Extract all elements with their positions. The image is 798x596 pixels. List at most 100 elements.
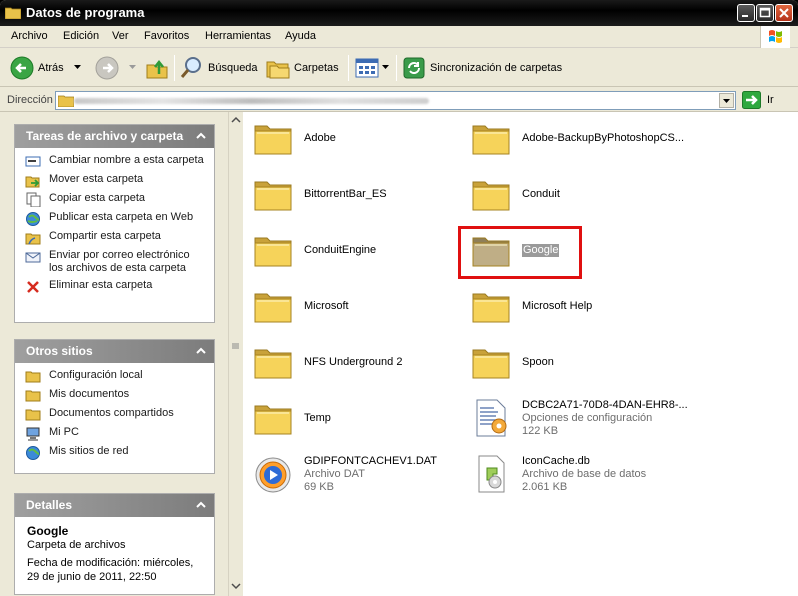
- place-my-computer[interactable]: Mi PC: [25, 426, 206, 441]
- details-header[interactable]: Detalles: [15, 494, 214, 517]
- collapse-icon[interactable]: [196, 131, 206, 141]
- folder-item[interactable]: NFS Underground 2: [251, 340, 402, 384]
- chevron-down-icon: [723, 99, 730, 103]
- menu-favoritos[interactable]: Favoritos: [144, 30, 189, 42]
- task-rename-folder[interactable]: Cambiar nombre a esta carpeta: [25, 154, 206, 169]
- scroll-down-icon[interactable]: [231, 582, 241, 590]
- folder-icon: [472, 125, 510, 155]
- folder-item[interactable]: Adobe-BackupByPhotoshopCS...: [469, 116, 684, 160]
- share-folder-icon: [25, 233, 41, 245]
- folder-item[interactable]: ConduitEngine: [251, 228, 376, 272]
- chevron-down-icon[interactable]: [129, 65, 137, 71]
- search-button[interactable]: Búsqueda: [180, 54, 258, 82]
- task-publish-web[interactable]: Publicar esta carpeta en Web: [25, 211, 206, 226]
- menu-archivo[interactable]: Archivo: [11, 30, 48, 42]
- collapse-icon[interactable]: [196, 500, 206, 510]
- task-copy-folder[interactable]: Copiar esta carpeta: [25, 192, 206, 207]
- database-file-icon: [478, 455, 505, 493]
- collapse-icon[interactable]: [196, 346, 206, 356]
- details-modified-line2: 29 de junio de 2011, 22:50: [27, 571, 157, 583]
- go-arrow-icon: [742, 91, 761, 109]
- sync-folders-button[interactable]: Sincronización de carpetas: [402, 54, 562, 82]
- folder-item[interactable]: BittorrentBar_ES: [251, 172, 387, 216]
- folder-item[interactable]: Microsoft Help: [469, 284, 592, 328]
- folder-icon: [254, 293, 292, 323]
- place-my-network[interactable]: Mis sitios de red: [25, 445, 206, 460]
- details-modified-line1: Fecha de modificación: miércoles,: [27, 557, 194, 569]
- other-places-panel: Otros sitios Configuración local Mis doc…: [14, 339, 215, 474]
- windows-logo-icon: [760, 26, 790, 48]
- folder-item[interactable]: Adobe: [251, 116, 336, 160]
- title-bar[interactable]: Datos de programa: [0, 0, 798, 26]
- details-title: Detalles: [26, 498, 73, 512]
- file-item[interactable]: IconCache.db Archivo de base de datos 2.06…: [469, 452, 646, 496]
- chevron-down-icon[interactable]: [382, 65, 390, 71]
- search-icon: [180, 57, 201, 78]
- folder-icon: [254, 181, 292, 211]
- menu-herramientas[interactable]: Herramientas: [205, 30, 271, 42]
- tasks-panel: Tareas de archivo y carpeta Cambiar nomb…: [14, 124, 215, 323]
- forward-button[interactable]: [95, 54, 137, 82]
- copy-icon: [26, 192, 41, 207]
- chevron-down-icon[interactable]: [73, 65, 82, 71]
- place-label: Mis sitios de red: [49, 445, 129, 457]
- file-list-view[interactable]: Adobe Adobe-BackupByPhotoshopCS... Bitto…: [243, 112, 798, 596]
- file-item[interactable]: GDIPFONTCACHEV1.DAT Archivo DAT 69 KB: [251, 452, 437, 496]
- up-folder-button[interactable]: [145, 54, 169, 82]
- file-size: 122 KB: [522, 424, 559, 437]
- go-label: Ir: [767, 94, 774, 106]
- explorer-window: Datos de programa Archivo Edición Ver Fa…: [0, 0, 798, 596]
- place-local-settings[interactable]: Configuración local: [25, 369, 206, 384]
- scroll-up-icon[interactable]: [231, 116, 241, 124]
- back-button[interactable]: Atrás: [10, 54, 82, 82]
- file-item[interactable]: DCBC2A71-70D8-4DAN-EHR8-... Opciones de c…: [469, 396, 688, 440]
- folders-button[interactable]: Carpetas: [266, 54, 339, 82]
- address-path-blurred: [74, 98, 429, 104]
- folder-item[interactable]: Spoon: [469, 340, 554, 384]
- file-name: IconCache.db: [522, 454, 590, 467]
- menu-edicion[interactable]: Edición: [63, 30, 99, 42]
- task-email-files[interactable]: Enviar por correo electrónico los archiv…: [25, 249, 206, 275]
- other-places-header[interactable]: Otros sitios: [15, 340, 214, 363]
- menu-ver[interactable]: Ver: [112, 30, 129, 42]
- place-my-documents[interactable]: Mis documentos: [25, 388, 206, 403]
- file-type: Opciones de configuración: [522, 411, 653, 424]
- task-label: Publicar esta carpeta en Web: [49, 211, 194, 223]
- views-icon: [355, 58, 379, 78]
- views-button[interactable]: [355, 54, 390, 82]
- file-type: Archivo DAT: [304, 467, 365, 480]
- place-shared-documents[interactable]: Documentos compartidos: [25, 407, 206, 422]
- place-label: Mi PC: [49, 426, 79, 438]
- forward-arrow-icon: [95, 56, 119, 80]
- folder-icon: [25, 409, 41, 421]
- go-button[interactable]: Ir: [742, 91, 774, 109]
- task-pane-scrollbar[interactable]: [228, 112, 242, 596]
- place-label: Mis documentos: [49, 388, 130, 400]
- minimize-button[interactable]: [737, 4, 755, 22]
- address-label: Dirección: [7, 94, 53, 106]
- other-places-title: Otros sitios: [26, 344, 93, 358]
- task-move-folder[interactable]: Mover esta carpeta: [25, 173, 206, 188]
- folder-icon: [254, 349, 292, 379]
- address-dropdown-button[interactable]: [719, 93, 734, 108]
- close-button[interactable]: [775, 4, 793, 22]
- folder-item[interactable]: Microsoft: [251, 284, 349, 328]
- details-item-type: Carpeta de archivos: [27, 539, 126, 551]
- back-arrow-icon: [10, 56, 34, 80]
- up-folder-icon: [146, 59, 168, 79]
- address-input[interactable]: [55, 91, 736, 110]
- toolbar-separator: [348, 55, 349, 81]
- folder-item[interactable]: Temp: [251, 396, 331, 440]
- file-name: BittorrentBar_ES: [304, 187, 387, 200]
- file-name: Adobe: [304, 131, 336, 144]
- file-name: Microsoft Help: [522, 299, 593, 312]
- task-delete-folder[interactable]: Eliminar esta carpeta: [25, 279, 206, 294]
- menu-ayuda[interactable]: Ayuda: [285, 30, 316, 42]
- maximize-button[interactable]: [756, 4, 774, 22]
- toolbar: Atrás Búsqueda Carpetas Sincronización d…: [0, 49, 798, 87]
- task-share-folder[interactable]: Compartir esta carpeta: [25, 230, 206, 245]
- folder-icon: [254, 125, 292, 155]
- tasks-panel-header[interactable]: Tareas de archivo y carpeta: [15, 125, 214, 148]
- task-label: Eliminar esta carpeta: [49, 279, 153, 291]
- folder-item[interactable]: Conduit: [469, 172, 560, 216]
